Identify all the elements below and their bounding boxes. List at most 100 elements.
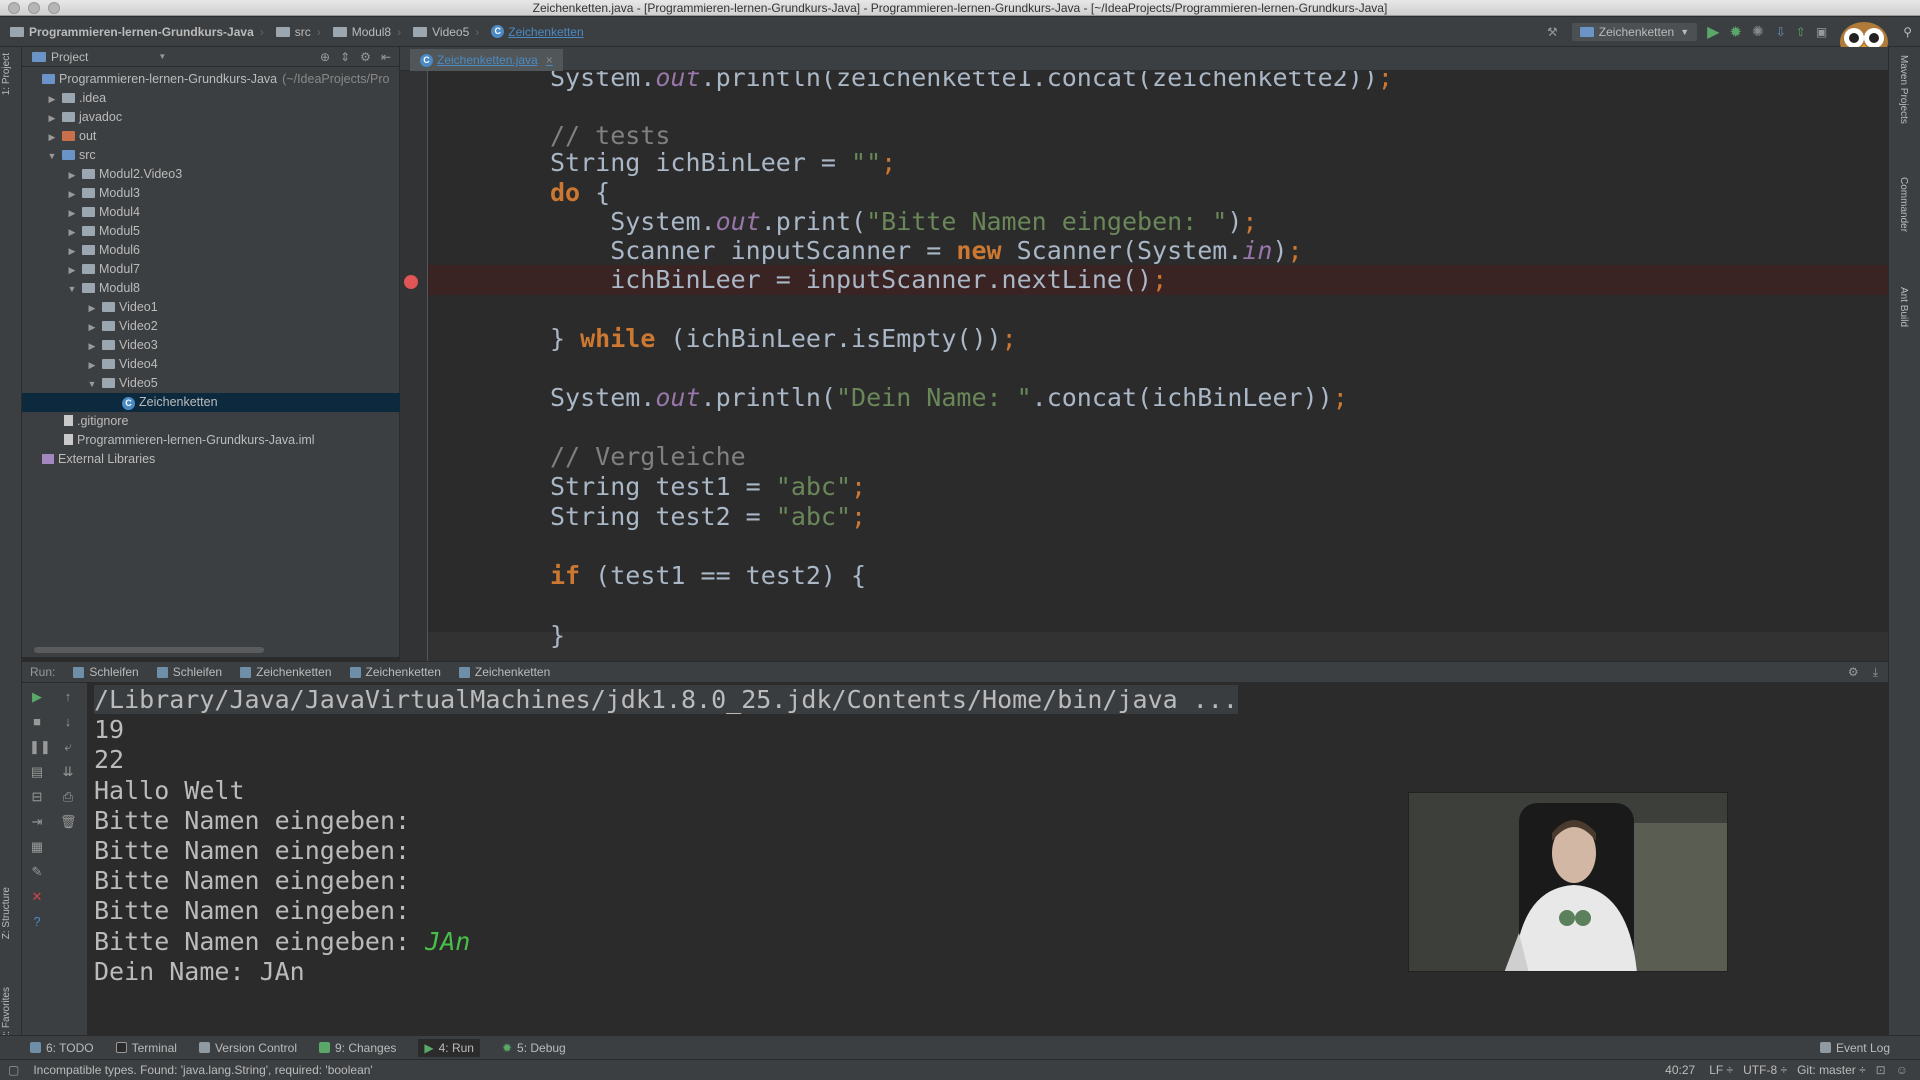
breakpoint-icon[interactable]	[404, 275, 418, 289]
chevron-right-icon[interactable]: ▶	[86, 299, 98, 318]
chevron-right-icon[interactable]: ▶	[66, 204, 78, 223]
chevron-right-icon[interactable]: ▶	[46, 109, 58, 128]
tree-item[interactable]: ▶ Modul7	[22, 260, 400, 279]
soft-wrap-icon[interactable]: ⤶	[60, 739, 76, 755]
ant-build-tool-tab[interactable]: Ant Build	[1898, 287, 1909, 327]
tree-item[interactable]: C Zeichenketten	[22, 393, 400, 412]
scroll-to-end-icon[interactable]: ⇊	[60, 764, 76, 780]
inspector-icon[interactable]: ☺	[1896, 1063, 1908, 1077]
chevron-right-icon[interactable]: ▶	[66, 166, 78, 185]
run-tab-zeichenketten-3[interactable]: Zeichenketten	[458, 665, 550, 679]
vcs-update-icon[interactable]: ⇩	[1776, 25, 1786, 39]
gear-icon[interactable]: ⚙	[1848, 665, 1859, 679]
breadcrumb-src[interactable]: src	[275, 25, 311, 39]
zoom-window-button[interactable]	[48, 2, 60, 14]
coverage-icon[interactable]: ✺	[1752, 23, 1764, 40]
chevron-right-icon[interactable]: ▶	[86, 337, 98, 356]
up-stack-icon[interactable]: ↑	[60, 689, 76, 705]
tree-item[interactable]: ▼ src	[22, 146, 400, 165]
chevron-right-icon[interactable]: ▶	[86, 356, 98, 375]
build-icon[interactable]: ⚒	[1547, 25, 1558, 39]
settings-icon[interactable]: ▣	[1816, 25, 1827, 39]
print-icon[interactable]: ⎙	[60, 789, 76, 805]
chevron-down-icon[interactable]: ▼	[66, 280, 78, 299]
clear-all-icon[interactable]: 🗑	[60, 814, 77, 830]
run-tab-zeichenketten-2[interactable]: Zeichenketten	[349, 665, 441, 679]
rerun-icon[interactable]: ▶	[29, 689, 45, 705]
vcs-commit-icon[interactable]: ⇧	[1796, 25, 1806, 39]
caret-position[interactable]: 40:27	[1665, 1063, 1695, 1077]
tree-item[interactable]: External Libraries	[22, 450, 400, 469]
tree-item[interactable]: ▶ javadoc	[22, 108, 400, 127]
tree-item[interactable]: ▶ Video3	[22, 336, 400, 355]
chevron-down-icon[interactable]: ▼	[86, 375, 98, 394]
breadcrumb-modul8[interactable]: Modul8	[332, 25, 391, 39]
tree-item[interactable]: ▶ out	[22, 127, 400, 146]
help-icon[interactable]: ?	[29, 914, 45, 930]
pause-icon[interactable]: ❚❚	[29, 739, 51, 755]
tree-horizontal-scrollbar[interactable]	[34, 647, 264, 653]
tree-item[interactable]: ▶ Modul4	[22, 203, 400, 222]
tree-item[interactable]: ▶ .idea	[22, 89, 400, 108]
breadcrumb-video5[interactable]: Video5	[413, 25, 469, 39]
version-control-tool-button[interactable]: Version Control	[198, 1041, 297, 1055]
hide-panel-icon[interactable]: ⤓	[1873, 665, 1878, 680]
debug-tool-button[interactable]: ✹ 5: Debug	[502, 1041, 566, 1055]
chevron-right-icon[interactable]: ▶	[66, 223, 78, 242]
tree-item[interactable]: Programmieren-lernen-Grundkurs-Java (~/Id…	[22, 70, 400, 89]
event-log-tool-button[interactable]: Event Log	[1819, 1041, 1890, 1055]
chevron-right-icon[interactable]: ▶	[46, 90, 58, 109]
tree-item[interactable]: ▶ Modul5	[22, 222, 400, 241]
tree-item[interactable]: ▼ Modul8	[22, 279, 400, 298]
close-tab-icon[interactable]: ×	[546, 53, 553, 67]
search-everywhere-icon[interactable]: ⚲	[1903, 25, 1912, 39]
git-branch-widget[interactable]: Git: master ÷	[1797, 1063, 1866, 1077]
chevron-down-icon[interactable]: ▼	[158, 52, 166, 61]
changes-tool-button[interactable]: 9: Changes	[318, 1041, 396, 1055]
lock-icon[interactable]: ⊡	[1876, 1063, 1886, 1077]
todo-tool-button[interactable]: 6: TODO	[30, 1041, 94, 1055]
chevron-right-icon[interactable]: ▶	[46, 128, 58, 147]
run-tab-zeichenketten-1[interactable]: Zeichenketten	[240, 665, 332, 679]
tree-item[interactable]: ▶ Video4	[22, 355, 400, 374]
tree-item[interactable]: Programmieren-lernen-Grundkurs-Java.iml	[22, 431, 400, 450]
code-editor[interactable]: System.out.println(zeichenkette1.concat(…	[428, 71, 1888, 661]
exit-icon[interactable]: ⇥	[29, 814, 45, 830]
tree-item[interactable]: ▶ Modul3	[22, 184, 400, 203]
minimize-window-button[interactable]	[28, 2, 40, 14]
tree-item[interactable]: ▶ Modul6	[22, 241, 400, 260]
breadcrumb-project[interactable]: Programmieren-lernen-Grundkurs-Java	[10, 25, 254, 39]
project-tool-tab[interactable]: 1: Project	[1, 53, 12, 95]
close-icon[interactable]: ✕	[29, 889, 45, 905]
dump-threads-icon[interactable]: ▤	[29, 764, 45, 780]
project-view-select[interactable]: Project	[51, 50, 88, 64]
maven-tool-tab[interactable]: Maven Projects	[1898, 55, 1909, 124]
restore-layout-icon[interactable]: ⊟	[29, 789, 45, 805]
chevron-right-icon[interactable]: ▶	[66, 242, 78, 261]
down-stack-icon[interactable]: ↓	[60, 714, 76, 730]
favorites-tool-tab[interactable]: 2: Favorites	[1, 987, 12, 1039]
run-tab-schleifen-1[interactable]: Schleifen	[73, 665, 139, 679]
chevron-right-icon[interactable]: ▶	[66, 185, 78, 204]
run-tool-button[interactable]: ▶ 4: Run	[418, 1038, 480, 1057]
run-tab-schleifen-2[interactable]: Schleifen	[156, 665, 222, 679]
toggle-tool-windows-icon[interactable]: ▢	[8, 1063, 19, 1077]
tree-item[interactable]: ▶ Modul2.Video3	[22, 165, 400, 184]
stop-icon[interactable]: ■	[29, 714, 45, 730]
tree-item[interactable]: .gitignore	[22, 412, 400, 431]
breadcrumb-zeichenketten[interactable]: C Zeichenketten	[491, 25, 584, 39]
tree-item[interactable]: ▶ Video1	[22, 298, 400, 317]
line-separator-widget[interactable]: LF ÷	[1709, 1063, 1733, 1077]
layout-icon[interactable]: ▦	[29, 839, 45, 855]
chevron-right-icon[interactable]: ▶	[66, 261, 78, 280]
debug-icon[interactable]: ✹	[1729, 23, 1742, 41]
editor-gutter[interactable]	[400, 71, 428, 661]
hide-panel-icon[interactable]: ⇤	[381, 50, 391, 64]
structure-tool-tab[interactable]: Z: Structure	[1, 887, 12, 939]
chevron-down-icon[interactable]: ▼	[46, 147, 58, 166]
editor-tab-zeichenketten[interactable]: C Zeichenketten.java ×	[410, 49, 563, 71]
gear-icon[interactable]: ⚙	[360, 50, 371, 64]
pin-icon[interactable]: ✎	[29, 864, 45, 880]
run-icon[interactable]: ▶	[1707, 22, 1719, 42]
run-config-select[interactable]: Zeichenketten ▼	[1571, 22, 1698, 41]
